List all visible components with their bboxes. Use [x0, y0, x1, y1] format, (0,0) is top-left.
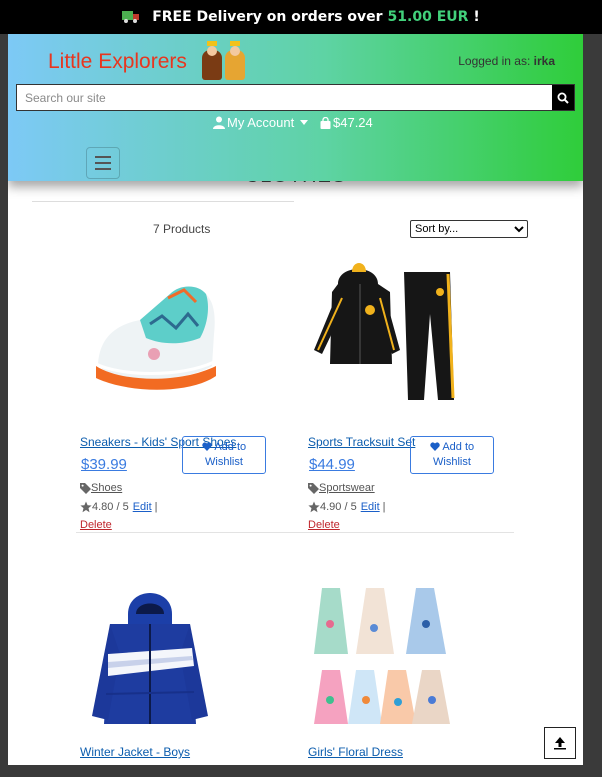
category-label: Sportswear	[319, 482, 375, 494]
action-separator: |	[154, 501, 158, 513]
search-icon	[557, 92, 569, 104]
heart-icon	[202, 442, 212, 451]
product-image-floral-dress[interactable]	[308, 584, 488, 744]
product-price[interactable]: $44.99	[309, 456, 355, 473]
search-button[interactable]	[552, 85, 574, 110]
cart-link[interactable]: $47.24	[320, 115, 373, 130]
product-category-link[interactable]: Shoes	[80, 482, 122, 494]
wishlist-label: Add to Wishlist	[205, 441, 247, 468]
search-input[interactable]	[17, 85, 552, 110]
logo-royal-figures-icon	[200, 41, 252, 80]
scroll-to-top-button[interactable]	[544, 727, 576, 759]
add-to-wishlist-button[interactable]: Add to Wishlist	[410, 436, 494, 474]
product-card: Sports Tracksuit Set $44.99 Add to Wishl…	[308, 254, 508, 531]
search-bar	[16, 84, 575, 111]
product-card: Girls' Floral Dress	[308, 584, 508, 765]
product-name-link[interactable]: Girls' Floral Dress	[308, 745, 403, 759]
product-image-winter-jacket[interactable]	[80, 584, 260, 744]
delete-link[interactable]: Delete	[80, 519, 112, 531]
category-label: Shoes	[91, 482, 123, 494]
cart-total: $47.24	[333, 115, 373, 130]
site-header: Little Explorers Logged in as: irka My	[8, 34, 583, 181]
product-name-link[interactable]: Sports Tracksuit Set	[308, 435, 415, 449]
product-name-link[interactable]: Winter Jacket - Boys	[80, 745, 190, 759]
product-rating: 4.80 / 5 Edit |	[80, 501, 158, 513]
banner-amount: 51.00 EUR	[387, 9, 469, 25]
star-icon	[80, 501, 92, 513]
logged-in-status: Logged in as: irka	[458, 54, 555, 68]
banner-free-text: FREE Delivery on orders over	[152, 9, 383, 25]
action-separator: |	[382, 501, 386, 513]
edit-link[interactable]: Edit	[361, 501, 380, 513]
wishlist-label: Add to Wishlist	[433, 441, 475, 468]
product-image-sneakers[interactable]	[80, 254, 260, 414]
chevron-down-icon	[300, 120, 309, 125]
username: irka	[533, 54, 555, 68]
nav-toggle-button[interactable]	[86, 147, 120, 179]
banner-exclaim: !	[473, 9, 480, 25]
star-icon	[308, 501, 320, 513]
delivery-banner: FREE Delivery on orders over 51.00 EUR !	[0, 0, 602, 34]
user-icon	[213, 116, 225, 129]
tag-icon	[80, 482, 91, 494]
site-logo[interactable]: Little Explorers	[48, 50, 187, 74]
tag-icon	[308, 482, 319, 494]
edit-link[interactable]: Edit	[133, 501, 152, 513]
product-image-tracksuit[interactable]	[308, 254, 488, 414]
hamburger-line	[95, 162, 111, 164]
product-price[interactable]: $39.99	[81, 456, 127, 473]
row-divider	[76, 532, 514, 533]
product-card: Winter Jacket - Boys	[80, 584, 280, 765]
delete-link[interactable]: Delete	[308, 519, 340, 531]
heart-icon	[430, 442, 440, 451]
product-category-link[interactable]: Sportswear	[308, 482, 375, 494]
rating-value: 4.90 / 5	[320, 501, 357, 513]
shopping-bag-icon	[320, 116, 331, 129]
my-account-dropdown[interactable]: My Account	[213, 115, 309, 130]
product-rating: 4.90 / 5 Edit |	[308, 501, 386, 513]
add-to-wishlist-button[interactable]: Add to Wishlist	[182, 436, 266, 474]
page-content: Little Explorers Logged in as: irka My	[8, 34, 583, 765]
my-account-label: My Account	[227, 115, 295, 130]
sort-select[interactable]: Sort by...	[410, 220, 528, 238]
logged-in-label: Logged in as:	[458, 54, 531, 68]
title-divider	[32, 201, 294, 202]
hamburger-line	[95, 168, 111, 170]
arrow-up-icon	[554, 737, 566, 750]
rating-value: 4.80 / 5	[92, 501, 129, 513]
product-card: Sneakers - Kids' Sport Shoes $39.99 Add …	[80, 254, 280, 531]
delivery-truck-icon	[122, 11, 140, 23]
hamburger-icon	[95, 156, 111, 158]
product-count: 7 Products	[153, 222, 211, 236]
